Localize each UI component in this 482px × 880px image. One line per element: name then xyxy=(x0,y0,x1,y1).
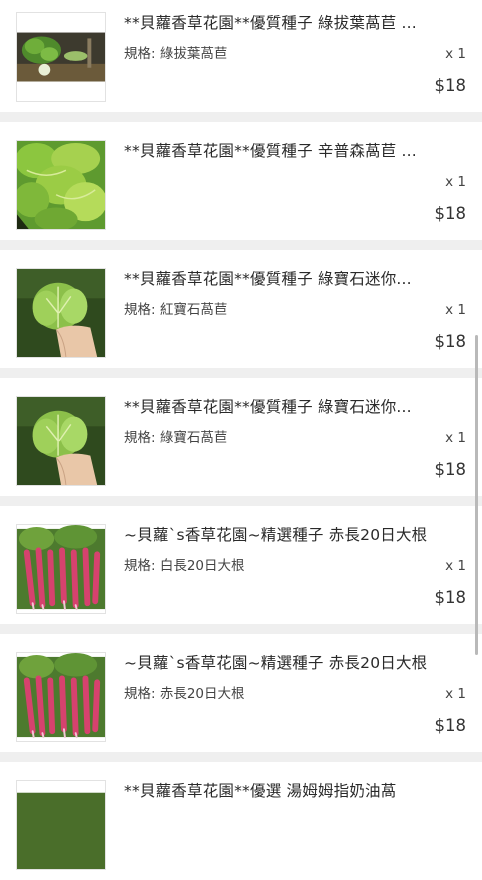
lettuce-photo-icon xyxy=(17,781,105,869)
item-spec: 規格: 白長20日大根 xyxy=(124,558,245,574)
order-item[interactable]: **貝蘿香草花園**優質種子 綠寶石迷你... 規格: 紅寶石萵苣 x 1 $1… xyxy=(0,250,482,368)
item-quantity: x 1 xyxy=(445,302,466,318)
item-title[interactable]: **貝蘿香草花園**優選 湯姆姆指奶油萵 xyxy=(124,780,468,802)
mini-romaine-photo-icon xyxy=(17,397,105,485)
mini-romaine-image[interactable] xyxy=(16,396,106,486)
red-radish-image[interactable] xyxy=(16,524,106,614)
order-item[interactable]: ~貝蘿`s香草花園~精選種子 赤長20日大根 規格: 白長20日大根 x 1 $… xyxy=(0,506,482,624)
mini-romaine-photo-icon xyxy=(17,269,105,357)
item-price: $18 xyxy=(434,332,467,351)
mini-romaine-image[interactable] xyxy=(16,268,106,358)
item-title[interactable]: ~貝蘿`s香草花園~精選種子 赤長20日大根 xyxy=(124,652,468,674)
red-radish-photo-icon xyxy=(17,653,105,741)
item-spec: 規格: 綠拔葉萵苣 xyxy=(124,46,228,62)
item-spec: 規格: 綠寶石萵苣 xyxy=(124,430,228,446)
item-title[interactable]: **貝蘿香草花園**優質種子 綠寶石迷你... xyxy=(124,268,468,290)
green-leaf-lettuce-image[interactable] xyxy=(16,12,106,102)
item-quantity: x 1 xyxy=(445,174,466,190)
green-leaf-lettuce-photo-icon xyxy=(17,13,105,101)
simpson-lettuce-photo-icon xyxy=(17,141,105,229)
item-price: $18 xyxy=(434,204,467,223)
item-quantity: x 1 xyxy=(445,558,466,574)
item-price: $18 xyxy=(434,588,467,607)
item-title[interactable]: **貝蘿香草花園**優質種子 綠拔葉萵苣 ... xyxy=(124,12,468,34)
order-item[interactable]: ~貝蘿`s香草花園~精選種子 赤長20日大根 規格: 赤長20日大根 x 1 $… xyxy=(0,634,482,752)
red-radish-photo-icon xyxy=(17,525,105,613)
item-spec: 規格: 紅寶石萵苣 xyxy=(124,302,228,318)
item-quantity: x 1 xyxy=(445,46,466,62)
scrollbar[interactable] xyxy=(475,335,478,655)
simpson-lettuce-image[interactable] xyxy=(16,140,106,230)
red-radish-image[interactable] xyxy=(16,652,106,742)
item-quantity: x 1 xyxy=(445,430,466,446)
item-title[interactable]: **貝蘿香草花園**優質種子 辛普森萵苣 ... xyxy=(124,140,468,162)
item-title[interactable]: ~貝蘿`s香草花園~精選種子 赤長20日大根 xyxy=(124,524,468,546)
item-title[interactable]: **貝蘿香草花園**優質種子 綠寶石迷你... xyxy=(124,396,468,418)
order-item[interactable]: **貝蘿香草花園**優質種子 綠拔葉萵苣 ... 規格: 綠拔葉萵苣 x 1 $… xyxy=(0,0,482,112)
item-price: $18 xyxy=(434,460,467,479)
lettuce-image[interactable] xyxy=(16,780,106,870)
item-quantity: x 1 xyxy=(445,686,466,702)
item-price: $18 xyxy=(434,716,467,735)
order-item[interactable]: **貝蘿香草花園**優質種子 綠寶石迷你... 規格: 綠寶石萵苣 x 1 $1… xyxy=(0,378,482,496)
item-price: $18 xyxy=(434,76,467,95)
order-item[interactable]: **貝蘿香草花園**優質種子 辛普森萵苣 ... x 1 $18 xyxy=(0,122,482,240)
order-item[interactable]: **貝蘿香草花園**優選 湯姆姆指奶油萵 xyxy=(0,762,482,880)
item-spec: 規格: 赤長20日大根 xyxy=(124,686,245,702)
